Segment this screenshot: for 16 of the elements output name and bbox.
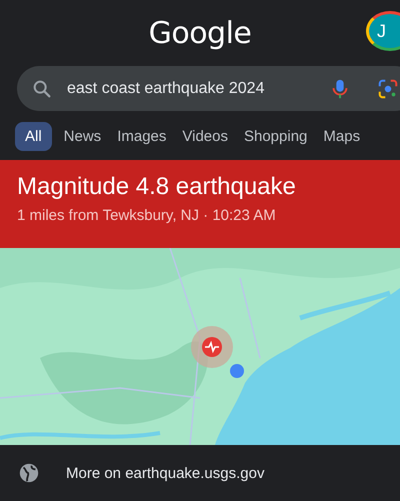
account-avatar[interactable]: J <box>366 11 400 51</box>
globe-icon <box>18 462 40 484</box>
google-logo[interactable]: Google <box>148 16 252 50</box>
search-field[interactable]: east coast earthquake 2024 <box>17 66 400 111</box>
search-icon <box>31 78 53 100</box>
alert-title: Magnitude 4.8 earthquake <box>17 173 297 201</box>
search-tab[interactable]: Videos <box>178 122 232 150</box>
search-tab[interactable]: Images <box>113 122 170 150</box>
search-tab[interactable]: News <box>60 122 106 150</box>
search-tab[interactable]: Maps <box>319 122 364 150</box>
alert-subtitle: 1 miles from Tewksbury, NJ · 10:23 AM <box>17 207 277 224</box>
search-tab[interactable]: Shopping <box>240 122 312 150</box>
source-link-row[interactable]: More on earthquake.usgs.gov <box>0 445 400 501</box>
camera-icon[interactable] <box>377 78 399 100</box>
search-tab[interactable]: All <box>15 122 52 150</box>
source-link[interactable]: More on earthquake.usgs.gov <box>66 464 264 482</box>
